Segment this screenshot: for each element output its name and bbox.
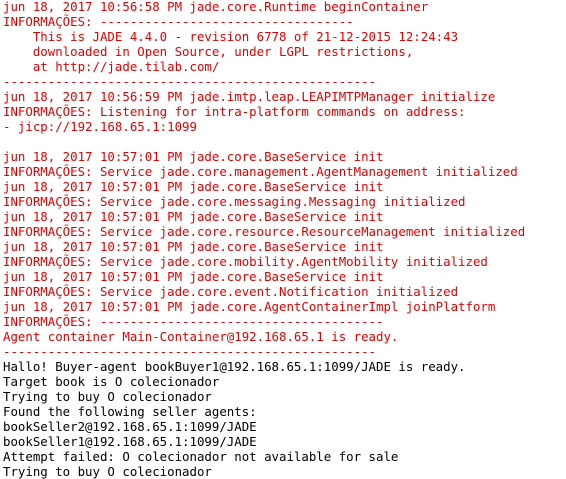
stderr-line: jun 18, 2017 10:56:58 PM jade.core.Runti… — [3, 0, 429, 14]
stdout-line: Hallo! Buyer-agent bookBuyer1@192.168.65… — [3, 359, 466, 374]
stdout-line: Trying to buy O colecionador — [3, 464, 212, 479]
stderr-line: jun 18, 2017 10:57:01 PM jade.core.BaseS… — [3, 209, 384, 224]
stderr-line: jun 18, 2017 10:57:01 PM jade.core.BaseS… — [3, 179, 384, 194]
stdout-line: bookSeller2@192.168.65.1:1099/JADE — [3, 419, 257, 434]
stderr-line: ----------------------------------------… — [3, 74, 376, 89]
stderr-line: INFORMAÇÕES: ---------------------------… — [3, 314, 384, 329]
stderr-line: INFORMAÇÕES: Listening for intra-platfor… — [3, 104, 466, 119]
stderr-line: jun 18, 2017 10:57:01 PM jade.core.BaseS… — [3, 239, 384, 254]
stderr-line: - jicp://192.168.65.1:1099 — [3, 119, 197, 134]
stdout-line: bookSeller1@192.168.65.1:1099/JADE — [3, 434, 257, 449]
stdout-line: Trying to buy O colecionador — [3, 389, 212, 404]
stderr-line: This is JADE 4.4.0 - revision 6778 of 21… — [3, 29, 459, 44]
stderr-line: jun 18, 2017 10:57:01 PM jade.core.BaseS… — [3, 269, 384, 284]
stderr-line: INFORMAÇÕES: Service jade.core.mobility.… — [3, 254, 488, 269]
stderr-line: INFORMAÇÕES: Service jade.core.managemen… — [3, 164, 518, 179]
stderr-line: Agent container Main-Container@192.168.6… — [3, 329, 399, 344]
stderr-line: jun 18, 2017 10:56:59 PM jade.imtp.leap.… — [3, 89, 496, 104]
console-output: jun 18, 2017 10:56:58 PM jade.core.Runti… — [3, 0, 566, 479]
stdout-line: Attempt failed: O colecionador not avail… — [3, 449, 399, 464]
stderr-line: ----------------------------------------… — [3, 344, 376, 359]
stderr-line — [3, 134, 566, 149]
stderr-line: downloaded in Open Source, under LGPL re… — [3, 44, 414, 59]
stderr-line: jun 18, 2017 10:57:01 PM jade.core.Agent… — [3, 299, 496, 314]
stderr-line: INFORMAÇÕES: Service jade.core.resource.… — [3, 224, 526, 239]
stderr-line: INFORMAÇÕES: Service jade.core.event.Not… — [3, 284, 459, 299]
stderr-line: INFORMAÇÕES: ---------------------------… — [3, 14, 354, 29]
stderr-line: at http://jade.tilab.com/ — [3, 59, 220, 74]
stdout-line: Target book is O colecionador — [3, 374, 220, 389]
stdout-line: Found the following seller agents: — [3, 404, 257, 419]
stderr-line: INFORMAÇÕES: Service jade.core.messaging… — [3, 194, 466, 209]
stderr-line: jun 18, 2017 10:57:01 PM jade.core.BaseS… — [3, 149, 384, 164]
